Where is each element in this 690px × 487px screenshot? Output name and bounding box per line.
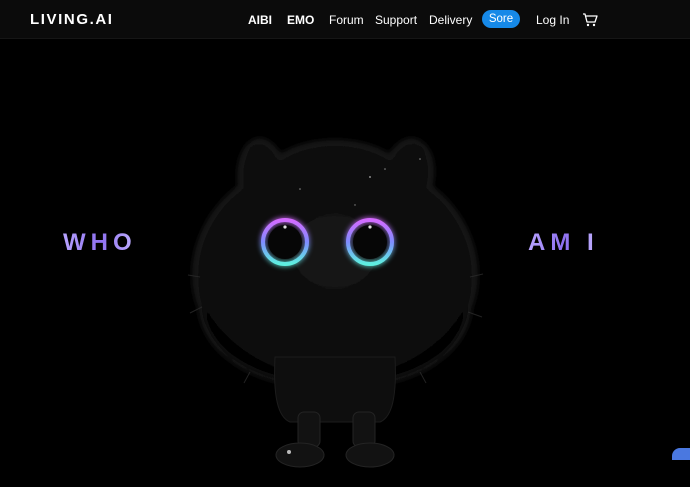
hero-text-am-i: AM I bbox=[528, 229, 599, 256]
nav-item-forum[interactable]: Forum bbox=[329, 13, 364, 27]
floating-widget-corner[interactable] bbox=[672, 448, 690, 460]
left-eye bbox=[260, 217, 310, 267]
nav-item-aibi[interactable]: AIBI bbox=[248, 13, 272, 27]
store-button[interactable]: Sore bbox=[482, 10, 520, 28]
cart-icon[interactable] bbox=[582, 13, 598, 27]
nav-item-delivery[interactable]: Delivery bbox=[429, 13, 472, 27]
hero-section: WHO AM I bbox=[0, 39, 690, 468]
robot-body bbox=[274, 356, 396, 423]
furry-robot-illustration bbox=[187, 139, 484, 468]
top-navigation-bar: LIVING.AI AIBI EMO Forum Support Deliver… bbox=[0, 0, 690, 39]
carousel-indicator-dot[interactable] bbox=[287, 450, 291, 454]
hero-text-who: WHO bbox=[63, 229, 137, 256]
fur-body bbox=[193, 139, 477, 389]
login-link[interactable]: Log In bbox=[536, 13, 569, 27]
nav-item-emo[interactable]: EMO bbox=[287, 13, 314, 27]
nav-item-support[interactable]: Support bbox=[375, 13, 417, 27]
right-eye bbox=[345, 217, 395, 267]
living-ai-logo[interactable]: LIVING.AI bbox=[30, 11, 114, 28]
